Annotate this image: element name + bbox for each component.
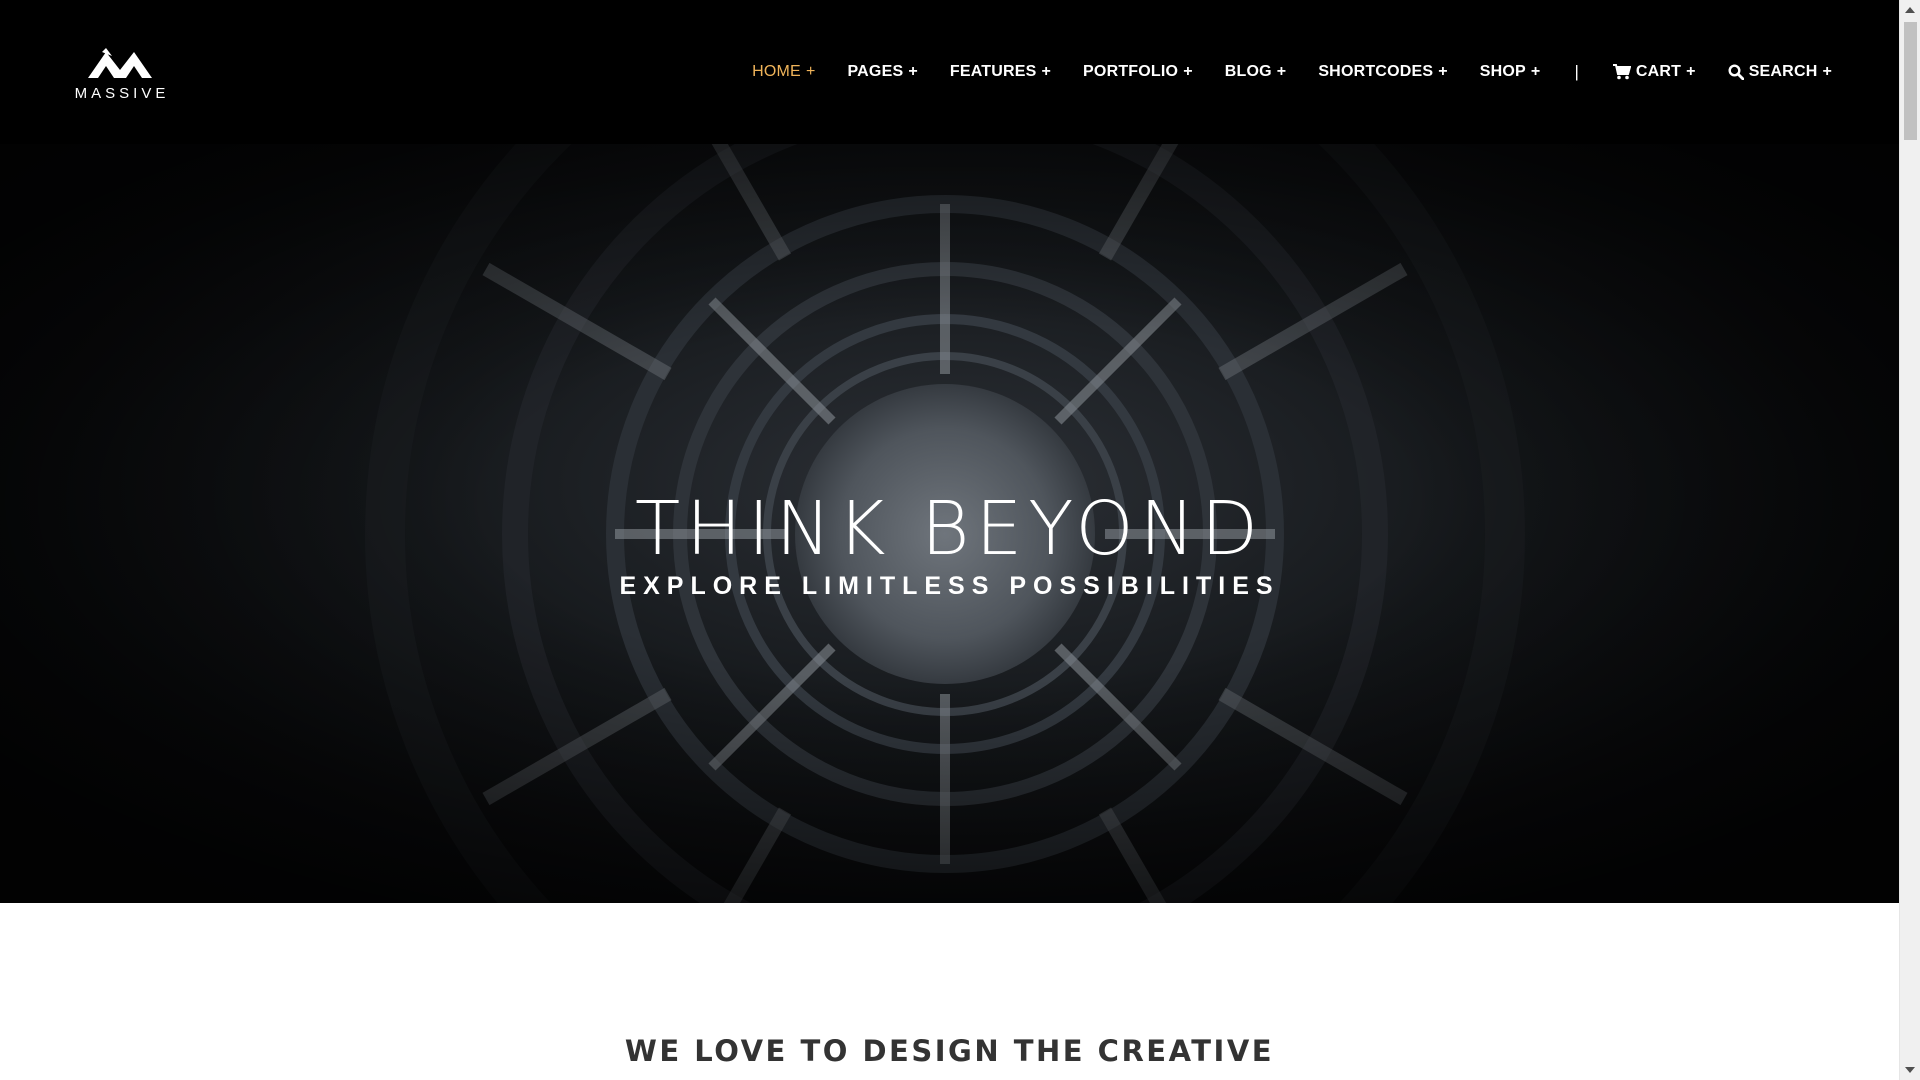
- nav-item-portfolio[interactable]: PORTFOLIO +: [1083, 63, 1193, 81]
- nav-item-cart[interactable]: CART +: [1612, 63, 1696, 81]
- main-nav: HOME + PAGES + FEATURES + PORTFOLIO + BL…: [752, 60, 1832, 84]
- nav-label: CART: [1635, 63, 1682, 80]
- nav-label: FEATURES: [949, 63, 1037, 80]
- nav-item-shop[interactable]: SHOP +: [1480, 63, 1541, 81]
- brand-name: MASSIVE: [74, 85, 170, 102]
- nav-item-pages[interactable]: PAGES +: [847, 63, 917, 81]
- nav-label: SHORTCODES: [1318, 63, 1434, 80]
- nav-label: PORTFOLIO: [1083, 63, 1179, 80]
- scroll-down-icon[interactable]: [1905, 1067, 1915, 1073]
- nav-plus: +: [1183, 63, 1193, 80]
- scroll-up-icon[interactable]: [1905, 7, 1915, 13]
- nav-plus: +: [908, 63, 918, 80]
- cart-icon: [1612, 64, 1631, 80]
- nav-label: SHOP: [1479, 63, 1526, 80]
- hero-title: THINK BEYOND: [634, 486, 1265, 572]
- nav-plus: +: [1822, 63, 1832, 80]
- search-icon: [1728, 64, 1744, 80]
- nav-item-search[interactable]: SEARCH +: [1728, 63, 1832, 81]
- nav-plus: +: [805, 63, 816, 80]
- nav-separator: |: [1574, 62, 1579, 81]
- vertical-scrollbar[interactable]: [1899, 0, 1920, 1080]
- mountain-logo-icon: [88, 48, 152, 78]
- nav-item-blog[interactable]: BLOG +: [1225, 63, 1287, 81]
- nav-plus: +: [1041, 63, 1052, 80]
- site-header: MASSIVE HOME + PAGES + FEATURES + PORTFO…: [0, 0, 1899, 144]
- scroll-thumb[interactable]: [1904, 22, 1917, 140]
- brand-logo[interactable]: MASSIVE: [72, 48, 168, 110]
- hero-subtitle: EXPLORE LIMITLESS POSSIBILITIES: [619, 572, 1280, 600]
- nav-label: HOME: [752, 63, 801, 80]
- hero-banner: THINK BEYOND EXPLORE LIMITLESS POSSIBILI…: [0, 144, 1899, 903]
- nav-plus: +: [1276, 63, 1287, 80]
- nav-label: SEARCH: [1748, 63, 1818, 80]
- nav-item-features[interactable]: FEATURES +: [950, 63, 1051, 81]
- nav-plus: +: [1530, 63, 1541, 80]
- nav-item-home[interactable]: HOME +: [752, 63, 815, 81]
- nav-plus: +: [1686, 63, 1696, 80]
- nav-plus: +: [1438, 63, 1448, 80]
- nav-label: PAGES: [847, 63, 904, 80]
- section-title: WE LOVE TO DESIGN THE CREATIVE: [624, 1034, 1275, 1068]
- nav-label: BLOG: [1224, 63, 1272, 80]
- nav-item-shortcodes[interactable]: SHORTCODES +: [1318, 63, 1447, 81]
- page: MASSIVE HOME + PAGES + FEATURES + PORTFO…: [0, 0, 1899, 1080]
